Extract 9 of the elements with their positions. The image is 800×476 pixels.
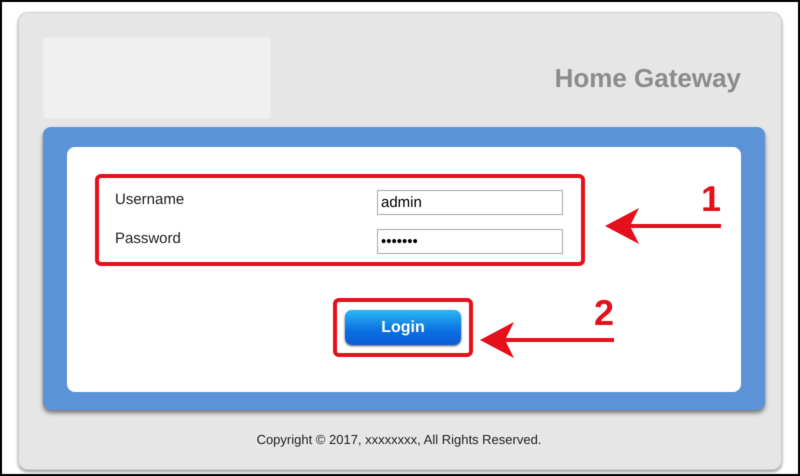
- step-number: 1: [701, 178, 722, 220]
- field-label: Password: [115, 230, 181, 247]
- input-field[interactable]: admin: [377, 190, 563, 215]
- input-field[interactable]: •••••••: [377, 229, 563, 254]
- field-label: Username: [115, 191, 184, 208]
- page-title: Home Gateway: [554, 62, 741, 94]
- step-number: 2: [594, 292, 614, 334]
- copyright-text: Copyright © 2017, xxxxxxxx, All Rights Reserved.: [256, 432, 542, 447]
- login-button[interactable]: Login: [345, 310, 461, 345]
